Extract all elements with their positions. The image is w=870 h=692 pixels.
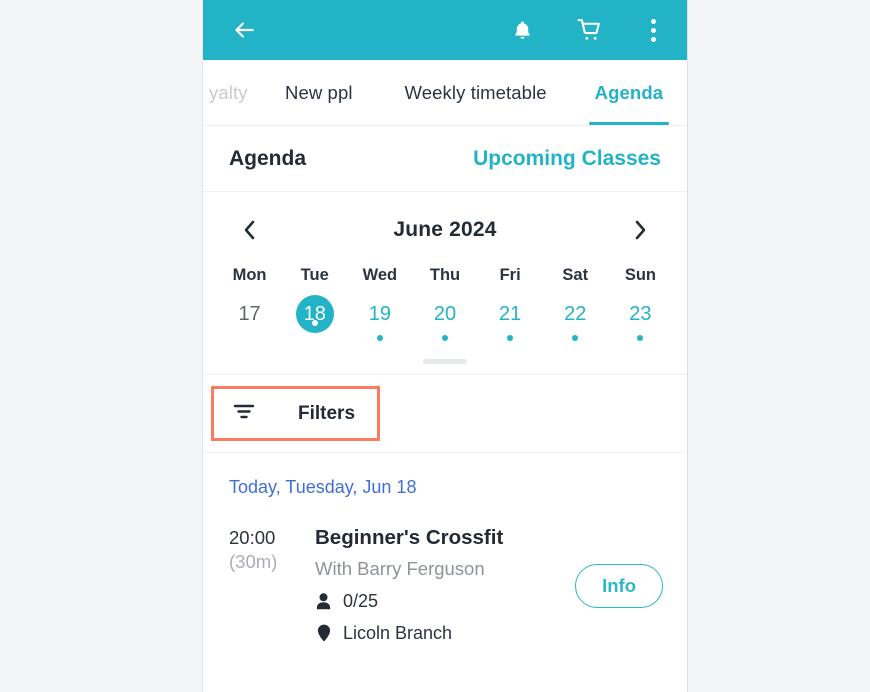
weekday-header-row: Mon Tue Wed Thu Fri Sat Sun <box>203 266 687 285</box>
back-arrow-icon[interactable] <box>227 13 261 47</box>
day-dot <box>507 335 514 341</box>
info-button[interactable]: Info <box>575 564 663 608</box>
weekday-label: Thu <box>429 266 461 284</box>
tab-new-ppl[interactable]: New ppl <box>259 60 379 125</box>
class-attendance: 0/25 <box>315 591 567 612</box>
day-dot <box>637 335 644 341</box>
calendar-day-23[interactable]: 23 <box>608 295 673 345</box>
day-section: Today, Tuesday, Jun 18 20:00 (30m) Begin… <box>203 453 687 644</box>
class-instructor: With Barry Ferguson <box>315 557 485 579</box>
app-bar <box>203 0 687 60</box>
tab-weekly-timetable[interactable]: Weekly timetable <box>379 60 573 125</box>
weekday-label: Sat <box>562 266 589 284</box>
day-dot <box>376 335 383 341</box>
filter-icon <box>232 401 256 426</box>
day-dot <box>311 320 318 326</box>
calendar-day-17[interactable]: 17 <box>217 295 282 345</box>
upcoming-classes-link[interactable]: Upcoming Classes <box>473 147 661 171</box>
bell-icon[interactable] <box>505 13 539 47</box>
day-number[interactable]: 21 <box>491 295 529 333</box>
drag-handle[interactable] <box>423 359 467 364</box>
weekday-label: Mon <box>232 266 267 284</box>
person-icon <box>315 592 332 610</box>
day-number[interactable]: 19 <box>361 295 399 333</box>
chevron-right-icon[interactable] <box>627 217 653 243</box>
more-vertical-icon[interactable] <box>641 13 665 47</box>
day-dot <box>572 335 579 341</box>
filters-section: Filters <box>203 375 687 453</box>
tab-bar: yalty New ppl Weekly timetable Agenda <box>203 60 687 126</box>
tab-agenda[interactable]: Agenda <box>573 60 685 125</box>
phone-screen: yalty New ppl Weekly timetable Agenda Ag… <box>202 0 688 692</box>
calendar-strip: June 2024 Mon Tue Wed Thu Fri Sat Sun 17… <box>203 192 687 375</box>
day-dot <box>247 335 253 341</box>
class-action-column: Info <box>575 524 663 608</box>
calendar-day-18[interactable]: 18 <box>282 295 347 345</box>
day-number[interactable]: 20 <box>426 295 464 333</box>
class-info-column: Beginner's Crossfit With Barry Ferguson … <box>315 524 575 644</box>
class-start-time: 20:00 <box>229 527 276 548</box>
day-dot <box>441 335 448 341</box>
map-pin-icon <box>315 624 332 642</box>
weekday-label: Sun <box>624 266 656 284</box>
day-number[interactable]: 23 <box>621 295 659 333</box>
class-title: Beginner's Crossfit <box>315 526 504 549</box>
day-number[interactable]: 22 <box>556 295 594 333</box>
overflow-dot <box>650 27 656 33</box>
day-number[interactable]: 17 <box>231 295 269 333</box>
month-navigator: June 2024 <box>203 206 687 254</box>
class-list-item[interactable]: 20:00 (30m) Beginner's Crossfit With Bar… <box>203 498 687 644</box>
class-duration: (30m) <box>229 551 278 573</box>
calendar-day-21[interactable]: 21 <box>478 295 543 345</box>
day-number[interactable]: 18 <box>295 295 334 333</box>
calendar-day-20[interactable]: 20 <box>412 295 477 345</box>
day-number-row: 17 18 19 20 21 22 23 <box>203 295 687 345</box>
shopping-cart-icon[interactable] <box>573 13 607 47</box>
chevron-left-icon[interactable] <box>237 217 263 243</box>
attendance-count: 0/25 <box>343 590 379 611</box>
weekday-label: Fri <box>499 266 521 284</box>
filters-button[interactable]: Filters <box>211 386 381 441</box>
calendar-expand-area <box>203 345 687 374</box>
month-label: June 2024 <box>393 218 497 241</box>
calendar-day-22[interactable]: 22 <box>543 295 608 345</box>
overflow-dot <box>650 18 656 24</box>
location-name: Licoln Branch <box>343 622 453 643</box>
day-label[interactable]: Today, Tuesday, Jun 18 <box>203 453 687 498</box>
class-location: Licoln Branch <box>315 623 567 644</box>
calendar-day-19[interactable]: 19 <box>347 295 412 345</box>
agenda-header: Agenda Upcoming Classes <box>203 126 687 192</box>
filters-label: Filters <box>298 402 356 424</box>
page-title: Agenda <box>229 146 307 170</box>
weekday-label: Tue <box>300 266 329 284</box>
weekday-label: Wed <box>362 266 398 284</box>
tab-loyalty[interactable]: yalty <box>203 60 259 125</box>
class-time-column: 20:00 (30m) <box>229 524 315 576</box>
overflow-dot <box>650 36 656 42</box>
